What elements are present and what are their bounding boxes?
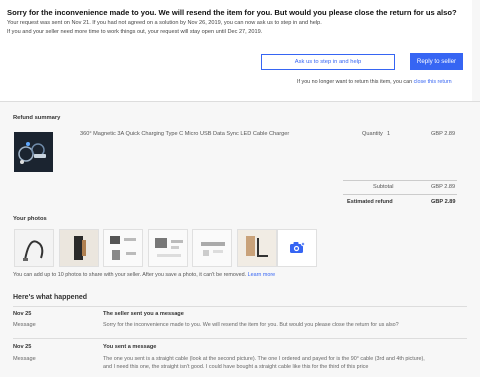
banner-heading: Sorry for the inconvenience made to you.…: [7, 8, 457, 17]
close-return-link[interactable]: close this return: [414, 79, 452, 85]
camera-add-icon: [289, 241, 306, 256]
add-photo-button[interactable]: [277, 229, 317, 267]
item-thumbnail[interactable]: [14, 132, 53, 172]
photo-thumbnail[interactable]: [59, 229, 99, 267]
subtotal-value: GBP 2.89: [431, 184, 456, 190]
photo-thumbnail[interactable]: [192, 229, 232, 267]
request-status-text: Your request was sent on Nov 21. If you …: [7, 20, 322, 26]
photo-thumbnail[interactable]: [148, 229, 188, 267]
photo-note-text: You can add up to 10 photos to share wit…: [13, 272, 247, 278]
photo-thumbnail[interactable]: [14, 229, 54, 267]
message-divider: [13, 338, 467, 339]
item-price: GBP 2.89: [431, 131, 456, 137]
message-text: Sorry for the inconvenience made to you.…: [103, 322, 399, 328]
estimated-divider: [343, 194, 457, 195]
reply-to-seller-button[interactable]: Reply to seller: [410, 53, 463, 70]
photo-thumbnail[interactable]: [237, 229, 277, 267]
ask-us-to-step-in-button[interactable]: Ask us to step in and help: [261, 54, 395, 70]
close-return-line: If you no longer want to return this ite…: [297, 79, 452, 85]
learn-more-link[interactable]: Learn more: [248, 272, 276, 278]
your-photos-title: Your photos: [13, 216, 47, 222]
message-label: Message: [13, 322, 36, 328]
resolution-banner: Sorry for the inconvenience made to you.…: [0, 0, 472, 101]
request-open-text: If you and your seller need more time to…: [7, 29, 263, 35]
message-date: Nov 25: [13, 344, 32, 350]
refund-summary-title: Refund summary: [13, 115, 61, 121]
photo-thumbnail[interactable]: [103, 229, 143, 267]
banner-divider: [0, 101, 480, 102]
close-return-prefix: If you no longer want to return this ite…: [297, 79, 413, 85]
photo-note: You can add up to 10 photos to share wit…: [13, 272, 275, 278]
message-label: Message: [13, 356, 36, 362]
estimated-refund-value: GBP 2.89: [431, 199, 456, 205]
subtotal-divider: [343, 180, 457, 181]
history-title: Here's what happened: [13, 294, 88, 301]
subtotal-label: Subtotal: [373, 184, 394, 190]
quantity-value: 1: [387, 131, 391, 137]
message-divider: [13, 306, 467, 307]
message-date: Nov 25: [13, 311, 32, 317]
message-sender: The seller sent you a message: [103, 311, 184, 317]
message-text: The one you sent is a straight cable (lo…: [103, 356, 425, 370]
message-sender: You sent a message: [103, 344, 157, 350]
estimated-refund-label: Estimated refund: [347, 199, 393, 205]
item-title[interactable]: 360° Magnetic 3A Quick Charging Type C M…: [80, 131, 289, 137]
quantity-label: Quantity: [362, 131, 383, 137]
